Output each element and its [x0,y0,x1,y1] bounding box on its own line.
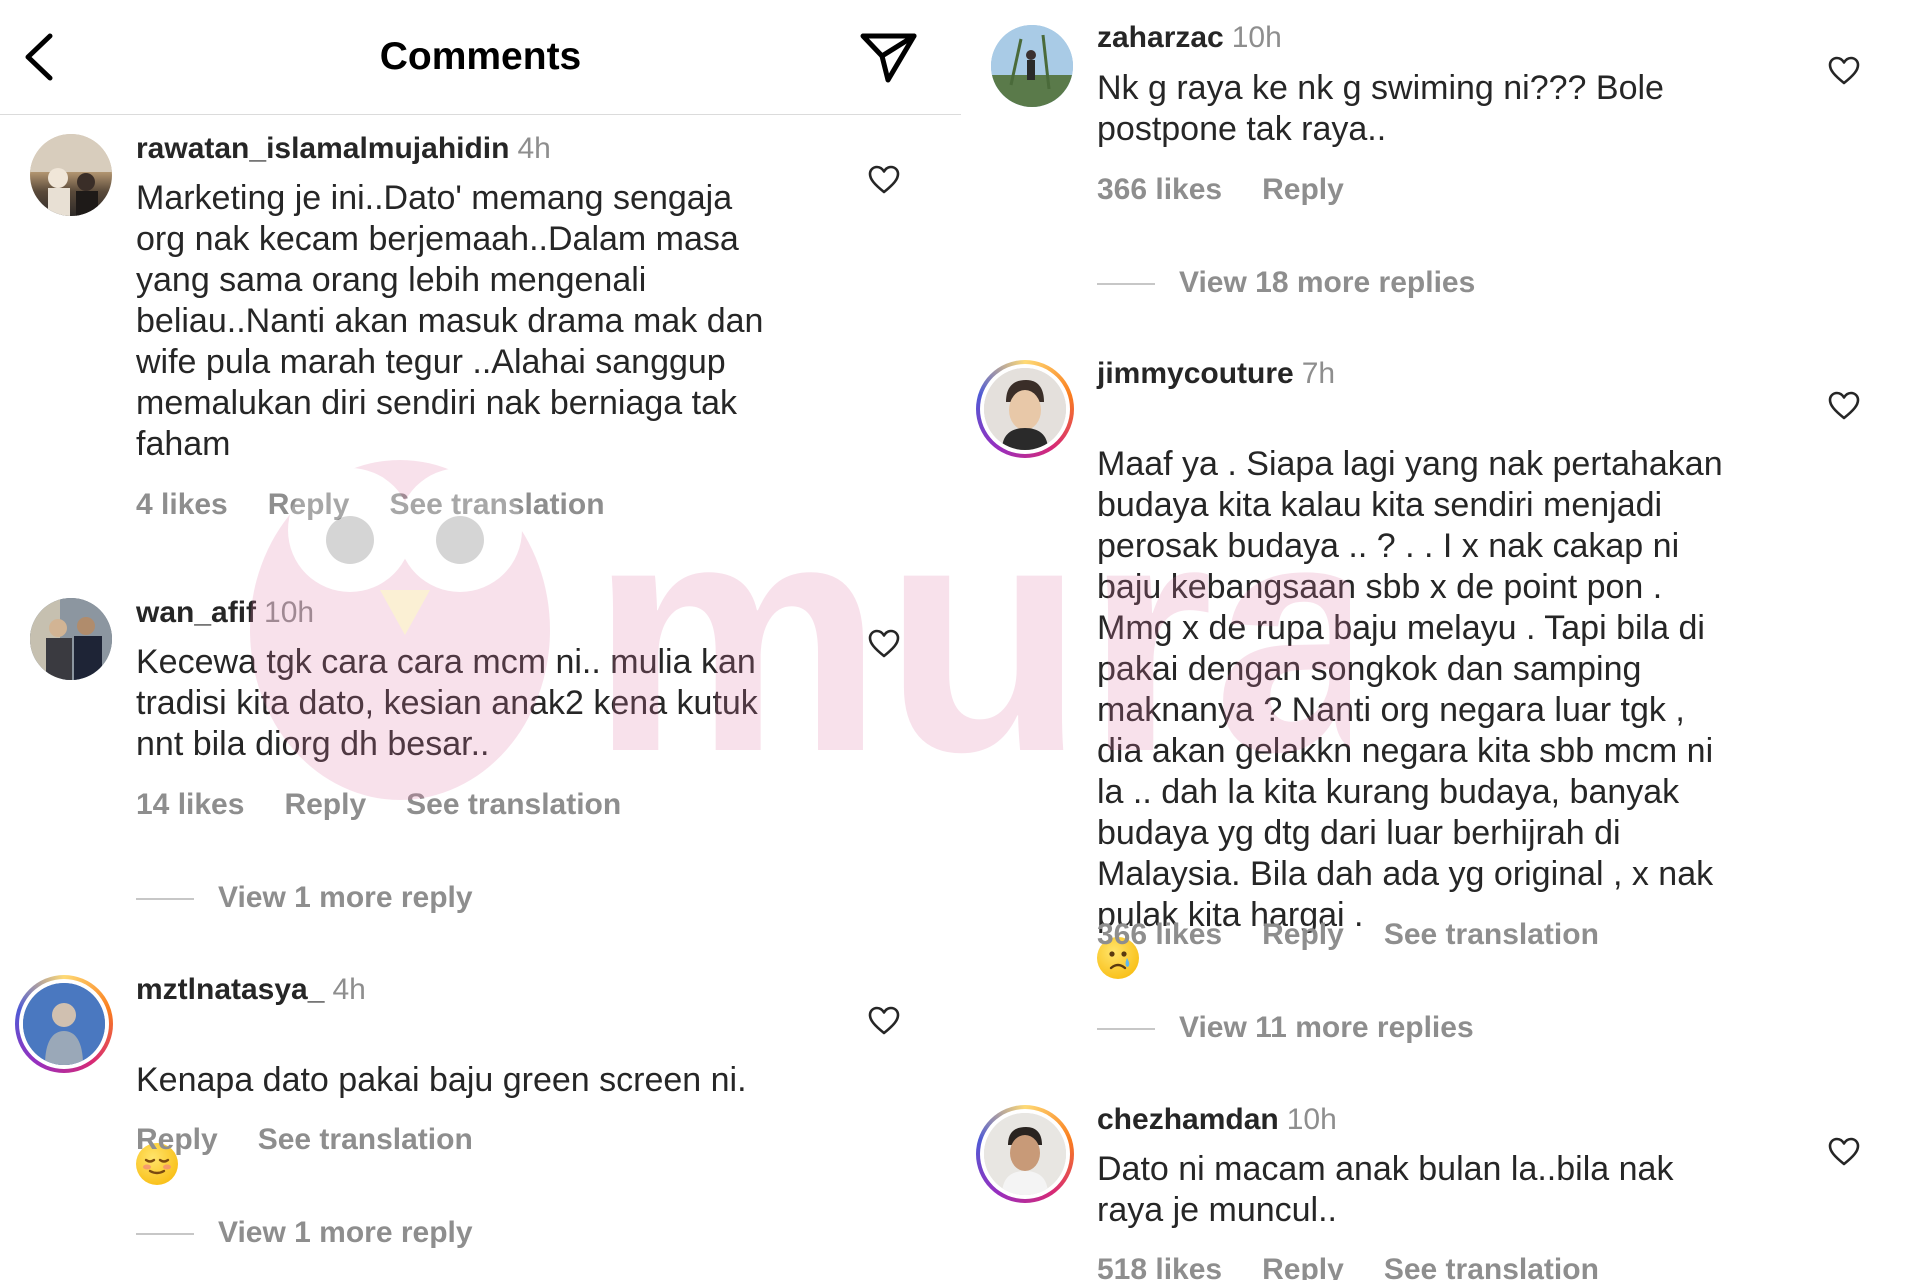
reply-button[interactable]: Reply [284,788,366,821]
right-comments-pane: zaharzac 10h Nk g raya ke nk g swiming ni… [961,0,1920,1280]
username[interactable]: jimmycouture [1097,357,1294,390]
avatar-story-ring[interactable] [15,975,113,1073]
reply-button[interactable]: Reply [1262,173,1344,206]
username[interactable]: wan_afif [136,596,256,629]
like-button[interactable] [868,629,900,659]
comment-text-body: Maaf ya . Siapa lagi yang nak pertahakan… [1097,445,1723,934]
comment-actions: 518 likes Reply See translation [1097,1252,1639,1280]
divider-line [1097,283,1155,286]
view-more-label: View 1 more reply [218,1216,473,1249]
reply-button[interactable]: Reply [1262,1253,1344,1280]
like-button[interactable] [1828,56,1860,86]
comment-header: jimmycouture 7h [1097,356,1335,392]
like-button[interactable] [868,1006,900,1036]
avatar [984,1113,1066,1195]
heart-icon [1828,391,1860,420]
comment-actions: 366 likes Reply See translation [1097,917,1639,953]
heart-icon [868,165,900,194]
left-comments-pane: Comments rawatan_islamalmujahidin 4h Mark… [0,0,961,1280]
comment-header: mztlnatasya_ 4h [136,972,366,1008]
likes-count[interactable]: 366 likes [1097,173,1222,206]
comment-header: rawatan_islamalmujahidin 4h [136,131,551,167]
see-translation-button[interactable]: See translation [406,788,621,821]
see-translation-button[interactable]: See translation [1384,1253,1599,1280]
comment-text-body: Kenapa dato pakai baju green screen ni. [136,1061,747,1099]
username[interactable]: chezhamdan [1097,1103,1279,1136]
heart-icon [868,629,900,658]
avatar[interactable] [991,25,1073,107]
view-more-replies[interactable]: View 1 more reply [136,1215,473,1251]
avatar[interactable] [30,134,112,216]
comment-text: Nk g raya ke nk g swiming ni??? Bole pos… [1097,69,1664,148]
comment-text: Kenapa dato pakai baju green screen ni. [136,1019,856,1186]
avatar-story-ring[interactable] [976,360,1074,458]
username[interactable]: rawatan_islamalmujahidin [136,132,509,165]
timestamp: 10h [264,596,315,629]
avatar [984,368,1066,450]
username[interactable]: mztlnatasya_ [136,973,324,1006]
likes-count[interactable]: 14 likes [136,788,244,821]
comment-actions: Reply See translation [136,1122,513,1158]
comments-header: Comments [0,0,961,115]
comment-text: Marketing je ini..Dato' memang sengaja o… [136,179,764,463]
reply-button[interactable]: Reply [268,488,350,521]
timestamp: 10h [1231,21,1282,54]
avatar[interactable] [30,598,112,680]
comment-text: Dato ni macam anak bulan la..bila nak ra… [1097,1150,1674,1229]
divider-line [136,1233,194,1236]
likes-count[interactable]: 518 likes [1097,1253,1222,1280]
heart-icon [1828,56,1860,85]
view-more-replies[interactable]: View 11 more replies [1097,1010,1474,1046]
comment-actions: 366 likes Reply [1097,172,1384,208]
view-more-replies[interactable]: View 1 more reply [136,880,473,916]
timestamp: 10h [1286,1103,1337,1136]
view-more-label: View 18 more replies [1179,266,1476,299]
comment-actions: 4 likes Reply See translation [136,487,645,523]
see-translation-button[interactable]: See translation [258,1123,473,1156]
avatar [23,983,105,1065]
likes-count[interactable]: 4 likes [136,488,228,521]
view-more-replies[interactable]: View 18 more replies [1097,265,1475,301]
like-button[interactable] [1828,391,1860,421]
divider-line [136,898,194,901]
like-button[interactable] [1828,1137,1860,1167]
timestamp: 4h [332,973,366,1006]
timestamp: 7h [1301,357,1336,390]
likes-count[interactable]: 366 likes [1097,918,1222,951]
view-more-label: View 11 more replies [1179,1011,1474,1044]
divider-line [1097,1028,1155,1031]
comment-header: zaharzac 10h [1097,20,1282,56]
send-icon [860,33,917,83]
page-title: Comments [379,35,582,78]
username[interactable]: zaharzac [1097,21,1224,54]
comment-header: chezhamdan 10h [1097,1102,1337,1138]
see-translation-button[interactable]: See translation [389,488,604,521]
like-button[interactable] [868,165,900,195]
view-more-label: View 1 more reply [218,881,473,914]
heart-icon [868,1006,900,1035]
comment-actions: 14 likes Reply See translation [136,787,661,823]
comment-header: wan_afif 10h [136,595,314,631]
avatar-story-ring[interactable] [976,1105,1074,1203]
reply-button[interactable]: Reply [1262,918,1344,951]
see-translation-button[interactable]: See translation [1384,918,1599,951]
heart-icon [1828,1137,1860,1166]
comment-text: Kecewa tgk cara cara mcm ni.. mulia kan … [136,643,758,763]
comment-text: Maaf ya . Siapa lagi yang nak pertahakan… [1097,403,1817,980]
send-button[interactable] [858,28,920,86]
timestamp: 4h [517,132,551,165]
reply-button[interactable]: Reply [136,1123,218,1156]
